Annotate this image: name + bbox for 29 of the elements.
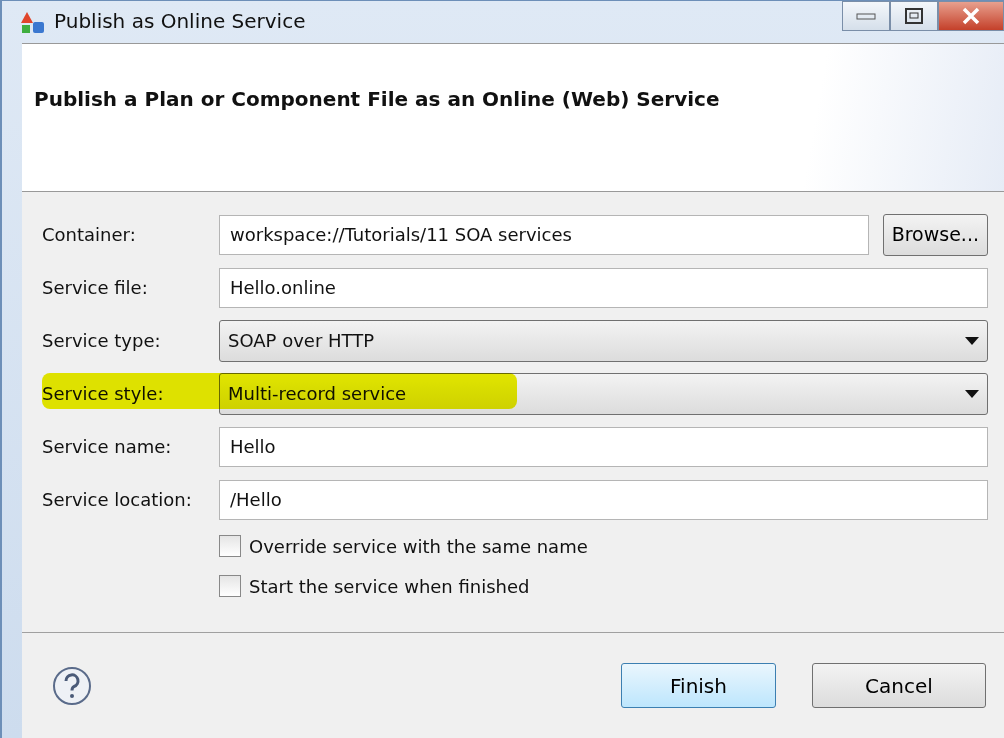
dropdown[interactable]: SOAP over HTTP <box>219 319 988 362</box>
field-label: Service type: <box>42 329 162 353</box>
maximize-icon <box>905 8 923 24</box>
app-icon <box>20 10 46 35</box>
input-field[interactable]: /Hello <box>219 479 988 520</box>
field-label: Service file: <box>42 276 149 300</box>
minimize-icon <box>856 12 876 20</box>
dropdown-arrow-icon <box>965 389 979 398</box>
field-label: Service name: <box>42 435 173 459</box>
help-icon[interactable] <box>52 665 92 706</box>
field-label: Container: <box>42 223 137 247</box>
browse-button[interactable]: Browse... <box>882 213 988 256</box>
maximize-button[interactable] <box>890 1 938 31</box>
finish-button[interactable]: Finish <box>621 663 776 708</box>
checkbox[interactable] <box>219 575 241 597</box>
field-label: Service location: <box>42 488 193 512</box>
field-label: Service style: <box>42 382 165 406</box>
input-field[interactable]: Hello <box>219 426 988 467</box>
cancel-button[interactable]: Cancel <box>812 663 986 708</box>
checkbox[interactable] <box>219 535 241 557</box>
close-icon <box>961 7 981 25</box>
window-title: Publish as Online Service <box>54 8 306 35</box>
dropdown-arrow-icon <box>965 336 979 345</box>
close-button[interactable] <box>938 1 1004 31</box>
page-title: Publish a Plan or Component File as an Online (Web) Service <box>34 86 721 113</box>
input-field[interactable]: Hello.online <box>219 267 988 308</box>
input-field[interactable]: workspace://Tutorials/11 SOA services <box>219 214 869 255</box>
checkbox-label: Override service with the same name <box>249 534 588 559</box>
checkbox-label: Start the service when finished <box>249 574 530 599</box>
